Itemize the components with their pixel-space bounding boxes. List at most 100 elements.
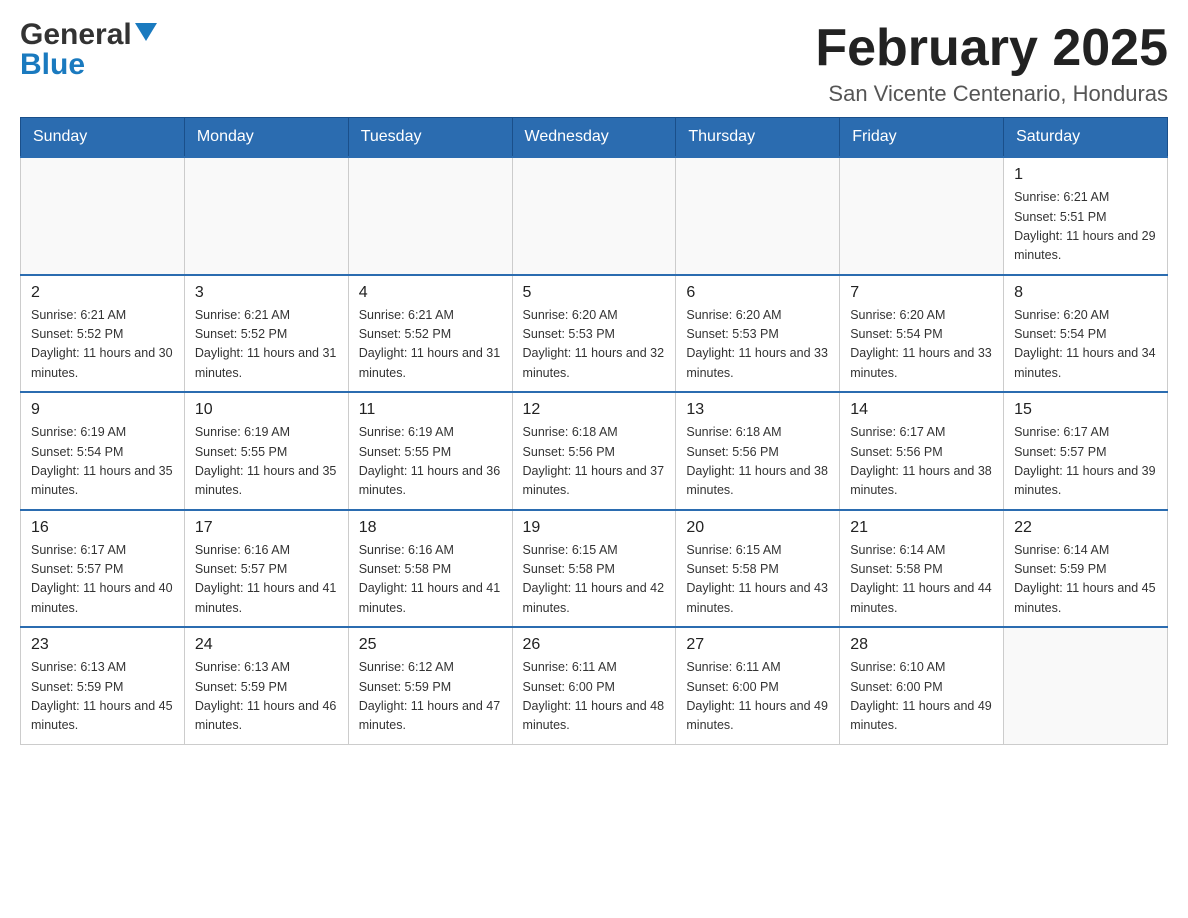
calendar-table: SundayMondayTuesdayWednesdayThursdayFrid… xyxy=(20,117,1168,745)
day-info: Sunrise: 6:13 AM Sunset: 5:59 PM Dayligh… xyxy=(31,658,174,736)
logo: General Blue xyxy=(20,20,157,80)
calendar-day: 20 Sunrise: 6:15 AM Sunset: 5:58 PM Dayli… xyxy=(676,510,840,628)
day-number: 22 xyxy=(1014,519,1157,537)
page-header: General Blue February 2025 San Vicente C… xyxy=(20,20,1168,107)
calendar-day: 14 Sunrise: 6:17 AM Sunset: 5:56 PM Dayli… xyxy=(840,392,1004,510)
day-info: Sunrise: 6:19 AM Sunset: 5:55 PM Dayligh… xyxy=(359,423,502,501)
day-info: Sunrise: 6:20 AM Sunset: 5:53 PM Dayligh… xyxy=(686,306,829,384)
day-info: Sunrise: 6:20 AM Sunset: 5:54 PM Dayligh… xyxy=(850,306,993,384)
calendar-day: 5 Sunrise: 6:20 AM Sunset: 5:53 PM Daylig… xyxy=(512,275,676,393)
day-number: 23 xyxy=(31,636,174,654)
day-info: Sunrise: 6:21 AM Sunset: 5:52 PM Dayligh… xyxy=(31,306,174,384)
day-number: 28 xyxy=(850,636,993,654)
day-number: 18 xyxy=(359,519,502,537)
calendar-day xyxy=(512,157,676,275)
calendar-day: 21 Sunrise: 6:14 AM Sunset: 5:58 PM Dayli… xyxy=(840,510,1004,628)
location-title: San Vicente Centenario, Honduras xyxy=(815,81,1168,107)
day-info: Sunrise: 6:11 AM Sunset: 6:00 PM Dayligh… xyxy=(686,658,829,736)
day-number: 14 xyxy=(850,401,993,419)
calendar-day: 18 Sunrise: 6:16 AM Sunset: 5:58 PM Dayli… xyxy=(348,510,512,628)
calendar-day: 13 Sunrise: 6:18 AM Sunset: 5:56 PM Dayli… xyxy=(676,392,840,510)
day-number: 3 xyxy=(195,284,338,302)
day-info: Sunrise: 6:19 AM Sunset: 5:54 PM Dayligh… xyxy=(31,423,174,501)
calendar-day xyxy=(184,157,348,275)
calendar-day: 27 Sunrise: 6:11 AM Sunset: 6:00 PM Dayli… xyxy=(676,627,840,744)
logo-general-text: General xyxy=(20,20,132,50)
day-info: Sunrise: 6:14 AM Sunset: 5:59 PM Dayligh… xyxy=(1014,541,1157,619)
day-info: Sunrise: 6:11 AM Sunset: 6:00 PM Dayligh… xyxy=(523,658,666,736)
day-number: 17 xyxy=(195,519,338,537)
calendar-day: 26 Sunrise: 6:11 AM Sunset: 6:00 PM Dayli… xyxy=(512,627,676,744)
title-area: February 2025 San Vicente Centenario, Ho… xyxy=(815,20,1168,107)
day-info: Sunrise: 6:17 AM Sunset: 5:57 PM Dayligh… xyxy=(31,541,174,619)
calendar-day: 23 Sunrise: 6:13 AM Sunset: 5:59 PM Dayli… xyxy=(21,627,185,744)
day-info: Sunrise: 6:16 AM Sunset: 5:57 PM Dayligh… xyxy=(195,541,338,619)
week-row-4: 16 Sunrise: 6:17 AM Sunset: 5:57 PM Dayli… xyxy=(21,510,1168,628)
day-number: 25 xyxy=(359,636,502,654)
week-row-5: 23 Sunrise: 6:13 AM Sunset: 5:59 PM Dayli… xyxy=(21,627,1168,744)
day-number: 5 xyxy=(523,284,666,302)
day-number: 24 xyxy=(195,636,338,654)
logo-blue-text: Blue xyxy=(20,50,85,80)
calendar-day: 7 Sunrise: 6:20 AM Sunset: 5:54 PM Daylig… xyxy=(840,275,1004,393)
calendar-day: 4 Sunrise: 6:21 AM Sunset: 5:52 PM Daylig… xyxy=(348,275,512,393)
calendar-day: 17 Sunrise: 6:16 AM Sunset: 5:57 PM Dayli… xyxy=(184,510,348,628)
day-number: 6 xyxy=(686,284,829,302)
day-number: 20 xyxy=(686,519,829,537)
weekday-header-thursday: Thursday xyxy=(676,118,840,158)
calendar-day: 11Sunrise: 6:19 AM Sunset: 5:55 PM Dayli… xyxy=(348,392,512,510)
day-info: Sunrise: 6:17 AM Sunset: 5:57 PM Dayligh… xyxy=(1014,423,1157,501)
day-number: 7 xyxy=(850,284,993,302)
weekday-header-tuesday: Tuesday xyxy=(348,118,512,158)
calendar-header-row: SundayMondayTuesdayWednesdayThursdayFrid… xyxy=(21,118,1168,158)
calendar-day: 2 Sunrise: 6:21 AM Sunset: 5:52 PM Daylig… xyxy=(21,275,185,393)
calendar-day xyxy=(1004,627,1168,744)
day-number: 4 xyxy=(359,284,502,302)
day-info: Sunrise: 6:16 AM Sunset: 5:58 PM Dayligh… xyxy=(359,541,502,619)
logo-triangle-icon xyxy=(135,23,157,41)
day-info: Sunrise: 6:18 AM Sunset: 5:56 PM Dayligh… xyxy=(523,423,666,501)
day-info: Sunrise: 6:17 AM Sunset: 5:56 PM Dayligh… xyxy=(850,423,993,501)
day-info: Sunrise: 6:21 AM Sunset: 5:52 PM Dayligh… xyxy=(195,306,338,384)
day-info: Sunrise: 6:20 AM Sunset: 5:53 PM Dayligh… xyxy=(523,306,666,384)
calendar-day xyxy=(348,157,512,275)
day-number: 21 xyxy=(850,519,993,537)
calendar-day: 15 Sunrise: 6:17 AM Sunset: 5:57 PM Dayli… xyxy=(1004,392,1168,510)
day-info: Sunrise: 6:12 AM Sunset: 5:59 PM Dayligh… xyxy=(359,658,502,736)
calendar-day xyxy=(840,157,1004,275)
week-row-2: 2 Sunrise: 6:21 AM Sunset: 5:52 PM Daylig… xyxy=(21,275,1168,393)
day-info: Sunrise: 6:14 AM Sunset: 5:58 PM Dayligh… xyxy=(850,541,993,619)
calendar-day: 22 Sunrise: 6:14 AM Sunset: 5:59 PM Dayli… xyxy=(1004,510,1168,628)
day-number: 2 xyxy=(31,284,174,302)
week-row-3: 9Sunrise: 6:19 AM Sunset: 5:54 PM Daylig… xyxy=(21,392,1168,510)
day-number: 26 xyxy=(523,636,666,654)
calendar-day: 9Sunrise: 6:19 AM Sunset: 5:54 PM Daylig… xyxy=(21,392,185,510)
day-info: Sunrise: 6:18 AM Sunset: 5:56 PM Dayligh… xyxy=(686,423,829,501)
calendar-day: 12Sunrise: 6:18 AM Sunset: 5:56 PM Dayli… xyxy=(512,392,676,510)
calendar-day xyxy=(676,157,840,275)
calendar-day: 24 Sunrise: 6:13 AM Sunset: 5:59 PM Dayli… xyxy=(184,627,348,744)
calendar-day: 1Sunrise: 6:21 AM Sunset: 5:51 PM Daylig… xyxy=(1004,157,1168,275)
day-number: 1 xyxy=(1014,166,1157,184)
calendar-day xyxy=(21,157,185,275)
day-info: Sunrise: 6:15 AM Sunset: 5:58 PM Dayligh… xyxy=(686,541,829,619)
weekday-header-wednesday: Wednesday xyxy=(512,118,676,158)
calendar-day: 10Sunrise: 6:19 AM Sunset: 5:55 PM Dayli… xyxy=(184,392,348,510)
calendar-day: 3 Sunrise: 6:21 AM Sunset: 5:52 PM Daylig… xyxy=(184,275,348,393)
day-info: Sunrise: 6:13 AM Sunset: 5:59 PM Dayligh… xyxy=(195,658,338,736)
day-number: 16 xyxy=(31,519,174,537)
weekday-header-saturday: Saturday xyxy=(1004,118,1168,158)
month-title: February 2025 xyxy=(815,20,1168,77)
day-info: Sunrise: 6:15 AM Sunset: 5:58 PM Dayligh… xyxy=(523,541,666,619)
day-info: Sunrise: 6:20 AM Sunset: 5:54 PM Dayligh… xyxy=(1014,306,1157,384)
calendar-day: 19Sunrise: 6:15 AM Sunset: 5:58 PM Dayli… xyxy=(512,510,676,628)
day-number: 27 xyxy=(686,636,829,654)
day-number: 15 xyxy=(1014,401,1157,419)
day-info: Sunrise: 6:10 AM Sunset: 6:00 PM Dayligh… xyxy=(850,658,993,736)
calendar-day: 6 Sunrise: 6:20 AM Sunset: 5:53 PM Daylig… xyxy=(676,275,840,393)
calendar-day: 16 Sunrise: 6:17 AM Sunset: 5:57 PM Dayli… xyxy=(21,510,185,628)
day-info: Sunrise: 6:21 AM Sunset: 5:52 PM Dayligh… xyxy=(359,306,502,384)
day-number: 13 xyxy=(686,401,829,419)
weekday-header-monday: Monday xyxy=(184,118,348,158)
day-number: 8 xyxy=(1014,284,1157,302)
